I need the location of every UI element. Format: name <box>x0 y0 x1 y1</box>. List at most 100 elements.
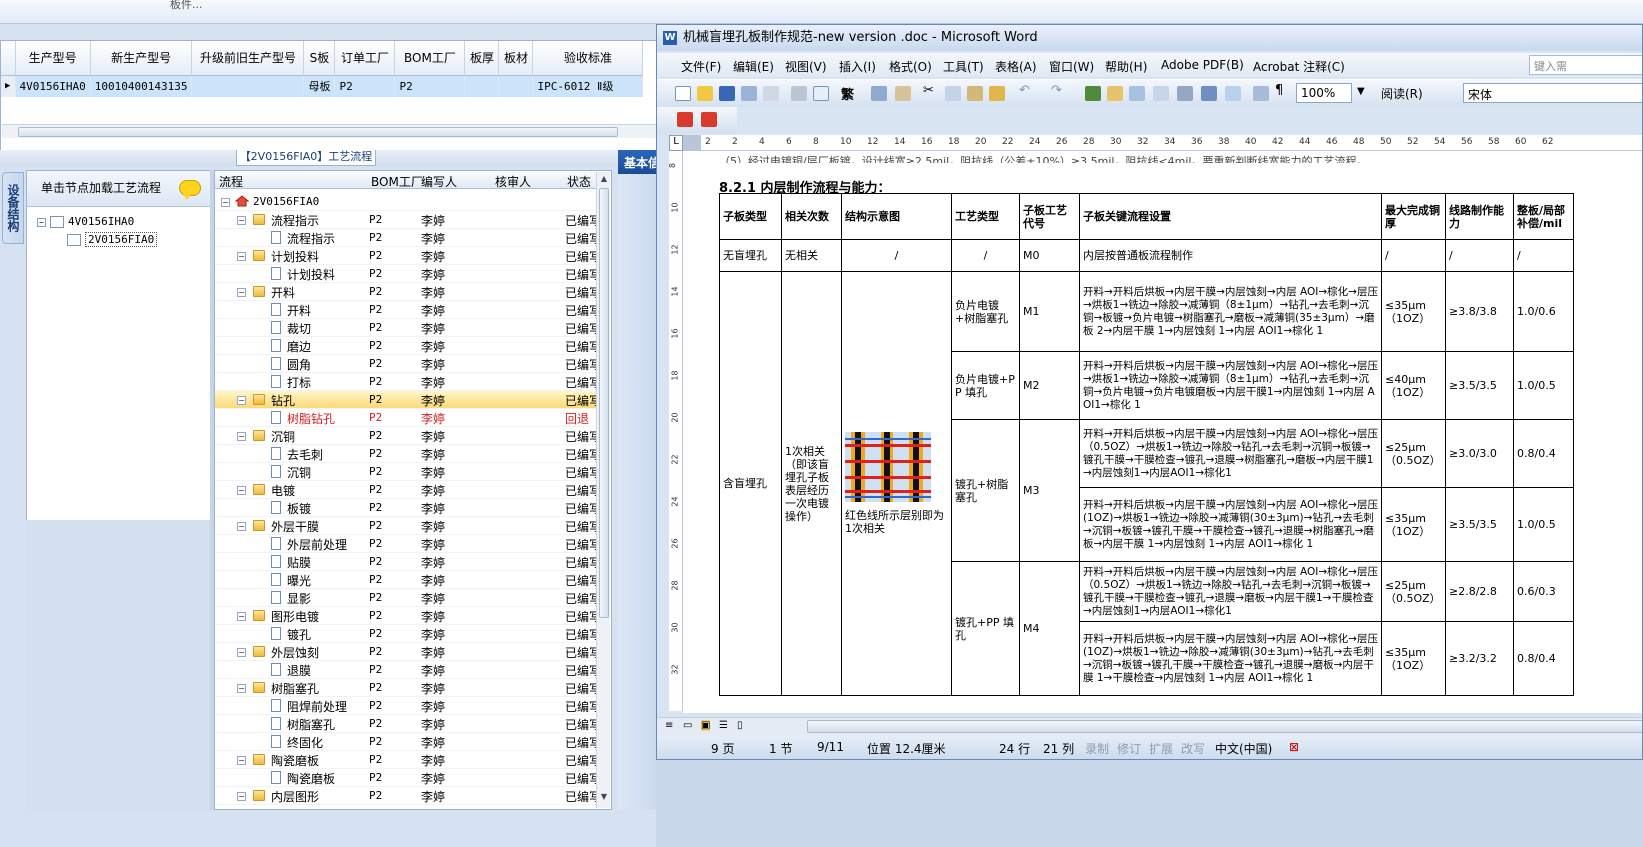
cell-bom-factory[interactable]: P2 <box>394 75 466 97</box>
process-row[interactable]: − 图形电镀 P2 李婷 已编写 <box>215 607 599 625</box>
tree-node-parent[interactable]: −4V0156IHA0 <box>37 215 134 228</box>
tab-device-structure[interactable]: 设备结构 <box>2 172 24 244</box>
process-row[interactable]: 沉铜 P2 李婷 已编写 <box>215 463 599 481</box>
process-row[interactable]: − 流程指示 P2 李婷 已编写 <box>215 211 599 229</box>
format-painter-icon[interactable] <box>989 86 1005 101</box>
scroll-thumb[interactable] <box>807 720 1642 733</box>
spelling-icon[interactable] <box>871 86 887 101</box>
scroll-thumb[interactable] <box>599 188 609 618</box>
comment-bubble-icon[interactable] <box>179 180 201 200</box>
process-row[interactable]: 磨边 P2 李婷 已编写 <box>215 337 599 355</box>
col-status[interactable]: 状态 <box>567 173 591 190</box>
help-search-input[interactable]: 键入需 <box>1529 55 1642 75</box>
pilcrow-icon[interactable]: ¶ <box>1275 83 1291 98</box>
col-standard[interactable]: 验收标准 <box>532 41 644 76</box>
tab-selector-button[interactable]: L <box>669 135 683 151</box>
columns-icon[interactable] <box>1177 86 1193 101</box>
open-icon[interactable] <box>697 86 713 101</box>
process-row[interactable]: 裁切 P2 李婷 已编写 <box>215 319 599 337</box>
col-thickness[interactable]: 板厚 <box>464 41 500 76</box>
collapse-icon[interactable]: − <box>237 792 246 801</box>
chinese-convert-icon[interactable]: 繁 <box>841 84 857 103</box>
pdf-convert-icon[interactable] <box>677 112 693 127</box>
process-row[interactable]: 板镀 P2 李婷 已编写 <box>215 499 599 517</box>
menu-acrobat-comments[interactable]: Acrobat 注释(C) <box>1253 58 1345 75</box>
scroll-down-icon[interactable]: ▼ <box>599 792 609 801</box>
menu-format[interactable]: 格式(O) <box>889 58 932 75</box>
product-grid-hscrollbar[interactable] <box>2 124 698 138</box>
reading-view-icon[interactable]: ▯ <box>737 720 743 731</box>
process-row[interactable]: 树脂塞孔 P2 李婷 已编写 <box>215 715 599 733</box>
collapse-icon[interactable]: − <box>37 217 46 227</box>
col-writer[interactable]: 编写人 <box>421 173 457 190</box>
process-row[interactable]: 退膜 P2 李婷 已编写 <box>215 661 599 679</box>
cell-new-model[interactable]: 10010400143135 <box>90 75 193 97</box>
collapse-icon[interactable]: − <box>237 216 246 225</box>
cell-old-model[interactable] <box>191 75 305 97</box>
col-reviewer[interactable]: 核审人 <box>495 173 531 190</box>
redo-icon[interactable]: ↷ <box>1051 83 1067 98</box>
insert-table-icon[interactable] <box>1129 86 1145 101</box>
process-row[interactable]: 曝光 P2 李婷 已编写 <box>215 571 599 589</box>
normal-view-icon[interactable]: ≡ <box>665 720 673 731</box>
collapse-icon[interactable]: − <box>237 522 246 531</box>
cell-standard[interactable]: IPC-6012 Ⅱ级 <box>532 75 644 97</box>
process-row[interactable]: 镀孔 P2 李婷 已编写 <box>215 625 599 643</box>
col-new-model[interactable]: 新生产型号 <box>90 41 193 76</box>
process-row[interactable]: − 钻孔 P2 李婷 已编写 <box>215 391 599 409</box>
table-row[interactable]: ▶ 4V0156IHA0 10010400143135 母板 P2 P2 IPC… <box>1 75 644 97</box>
email-icon[interactable] <box>763 86 779 101</box>
paste-icon[interactable] <box>967 86 983 101</box>
menu-edit[interactable]: 编辑(E) <box>733 58 774 75</box>
drawing-icon[interactable] <box>1201 86 1217 101</box>
col-process[interactable]: 流程 <box>219 173 243 190</box>
process-row[interactable]: 开料 P2 李婷 已编写 <box>215 301 599 319</box>
print-preview-icon[interactable] <box>813 86 829 101</box>
cut-icon[interactable]: ✂ <box>923 83 939 98</box>
document-hscrollbar[interactable]: ≡ ▭ ▣ ☰ ▯ <box>657 717 1642 735</box>
scroll-up-icon[interactable]: ▲ <box>599 174 609 183</box>
collapse-icon[interactable]: − <box>237 432 246 441</box>
cell-material[interactable] <box>498 75 534 97</box>
show-hide-icon[interactable] <box>1253 86 1269 101</box>
collapse-icon[interactable]: − <box>237 486 246 495</box>
process-root-row[interactable]: − 2V0156FIA0 <box>215 193 599 211</box>
menu-insert[interactable]: 插入(I) <box>839 58 876 75</box>
horizontal-ruler[interactable]: 2 2 4 6 8 10 12 14 16 18 20 22 24 26 28 30 32 34 36 38 40 42 4… <box>683 135 1642 151</box>
process-row[interactable]: 计划投料 P2 李婷 已编写 <box>215 265 599 283</box>
col-bom-factory[interactable]: BOM工厂 <box>371 173 423 190</box>
collapse-icon[interactable]: − <box>237 396 246 405</box>
collapse-icon[interactable]: − <box>237 288 246 297</box>
print-view-icon[interactable]: ▣ <box>701 720 711 731</box>
collapse-icon[interactable]: − <box>221 198 230 207</box>
process-row[interactable]: − 陶瓷磨板 P2 李婷 已编写 <box>215 751 599 769</box>
status-overtype[interactable]: 改写 <box>1181 740 1205 757</box>
process-capability-table[interactable]: 子板类型 相关次数 结构示意图 工艺类型 子板工艺代号 子板关键流程设置 最大完… <box>719 193 1574 696</box>
process-row[interactable]: − 开料 P2 李婷 已编写 <box>215 283 599 301</box>
process-row[interactable]: − 树脂塞孔 P2 李婷 已编写 <box>215 679 599 697</box>
zoom-select[interactable]: 100% <box>1296 83 1352 103</box>
process-row[interactable]: − 外层干膜 P2 李婷 已编写 <box>215 517 599 535</box>
process-row[interactable]: 贴膜 P2 李婷 已编写 <box>215 553 599 571</box>
cell-model[interactable]: 4V0156IHA0 <box>15 75 91 97</box>
col-s-board[interactable]: S板 <box>303 41 336 76</box>
web-view-icon[interactable]: ▭ <box>683 720 692 731</box>
spelling-status-icon[interactable]: ⊠ <box>1289 740 1299 754</box>
tables-borders-icon[interactable] <box>1107 86 1123 101</box>
insert-excel-icon[interactable] <box>1153 86 1169 101</box>
document-map-icon[interactable] <box>1225 86 1241 101</box>
cell-s-board[interactable]: 母板 <box>303 75 336 97</box>
status-track[interactable]: 修订 <box>1117 740 1141 757</box>
col-old-model[interactable]: 升级前旧生产型号 <box>191 41 305 76</box>
process-row[interactable]: 陶瓷磨板 P2 李婷 已编写 <box>215 769 599 787</box>
permission-icon[interactable] <box>741 86 757 101</box>
read-mode-button[interactable]: 阅读(R) <box>1381 83 1449 103</box>
copy-icon[interactable] <box>945 86 961 101</box>
hyperlink-icon[interactable] <box>1085 86 1101 101</box>
new-icon[interactable] <box>675 86 691 101</box>
collapse-icon[interactable]: − <box>237 756 246 765</box>
scroll-thumb[interactable] <box>18 127 618 137</box>
process-row[interactable]: 树脂钻孔 P2 李婷 回退 <box>215 409 599 427</box>
col-bom-factory[interactable]: BOM工厂 <box>394 41 466 76</box>
col-order-factory[interactable]: 订单工厂 <box>334 41 396 76</box>
